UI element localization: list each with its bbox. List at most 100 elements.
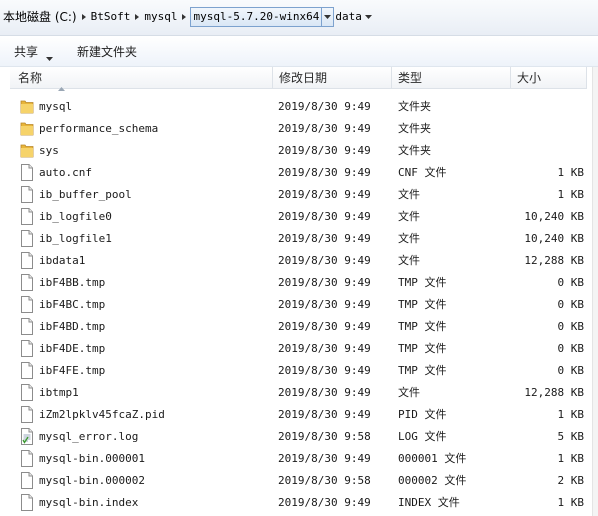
file-size: 2 KB (557, 474, 585, 487)
file-date: 2019/8/30 9:49 (278, 408, 371, 421)
file-type: 文件夹 (398, 100, 431, 113)
file-row[interactable]: mysql-bin.index 2019/8/30 9:49 INDEX 文件 1 K… (0, 492, 598, 514)
file-name: sys (39, 144, 59, 157)
column-header-name[interactable]: 名称 (10, 67, 273, 91)
file-name: mysql_error.log (39, 430, 139, 443)
column-header-name-label: 名称 (18, 71, 43, 85)
file-row[interactable]: performance_schema 2019/8/30 9:49 文件夹 (0, 118, 598, 140)
file-name: ibF4BB.tmp (39, 276, 106, 289)
file-name: ib_buffer_pool (39, 188, 132, 201)
address-bar[interactable]: 本地磁盘 (C:) BtSoft mysql mysql-5.7.20-winx… (0, 0, 598, 36)
file-date: 2019/8/30 9:49 (278, 210, 371, 223)
file-size: 1 KB (557, 166, 585, 179)
file-date: 2019/8/30 9:49 (278, 232, 371, 245)
file-type: 文件 (398, 254, 420, 267)
column-header-type[interactable]: 类型 (392, 67, 511, 89)
file-row[interactable]: ibtmp1 2019/8/30 9:49 文件 12,288 KB (0, 382, 598, 404)
file-row[interactable]: ib_buffer_pool 2019/8/30 9:49 文件 1 KB (0, 184, 598, 206)
file-icon (20, 186, 34, 203)
file-row[interactable]: mysql-bin.000002 2019/8/30 9:58 000002 文件 2… (0, 470, 598, 492)
breadcrumb-dropdown-chevron-icon[interactable] (322, 7, 335, 27)
file-row[interactable]: iZm2lpklv45fcaZ.pid 2019/8/30 9:49 PID 文件 1… (0, 404, 598, 426)
share-button[interactable]: 共享 (14, 37, 38, 67)
file-size: 1 KB (557, 188, 585, 201)
breadcrumb-separator-icon[interactable] (178, 6, 190, 28)
file-type: 000001 文件 (398, 452, 467, 465)
file-name: mysql-bin.index (39, 496, 139, 509)
file-size: 0 KB (557, 320, 585, 333)
file-icon (20, 406, 34, 423)
file-size: 1 KB (557, 496, 585, 509)
file-row[interactable]: sys 2019/8/30 9:49 文件夹 (0, 140, 598, 162)
file-row[interactable]: ibF4BD.tmp 2019/8/30 9:49 TMP 文件 0 KB (0, 316, 598, 338)
file-icon (20, 450, 34, 467)
breadcrumb-item-mysql-version[interactable]: mysql-5.7.20-winx64 (190, 7, 323, 27)
file-icon (20, 230, 34, 247)
file-size: 10,240 KB (524, 210, 584, 223)
file-icon (20, 318, 34, 335)
sort-ascending-icon (58, 76, 65, 98)
file-name: ibF4DE.tmp (39, 342, 106, 355)
file-icon (20, 274, 34, 291)
file-name: iZm2lpklv45fcaZ.pid (39, 408, 165, 421)
file-row[interactable]: mysql 2019/8/30 9:49 文件夹 (0, 96, 598, 118)
file-type: TMP 文件 (398, 276, 447, 289)
file-date: 2019/8/30 9:49 (278, 188, 371, 201)
file-icon (20, 164, 34, 181)
folder-icon (20, 120, 34, 137)
share-dropdown-icon[interactable] (46, 50, 53, 64)
file-size: 10,240 KB (524, 232, 584, 245)
file-type: 文件 (398, 210, 420, 223)
file-row[interactable]: ibF4DE.tmp 2019/8/30 9:49 TMP 文件 0 KB (0, 338, 598, 360)
file-name: mysql (39, 100, 73, 113)
file-name: ib_logfile0 (39, 210, 112, 223)
breadcrumb-item-data[interactable]: data (334, 6, 363, 28)
file-type: 000002 文件 (398, 474, 467, 487)
file-date: 2019/8/30 9:58 (278, 430, 371, 443)
file-name: ibF4BC.tmp (39, 298, 106, 311)
file-date: 2019/8/30 9:49 (278, 298, 371, 311)
file-row[interactable]: mysql-bin.000001 2019/8/30 9:49 000001 文件 1… (0, 448, 598, 470)
file-size: 12,288 KB (524, 254, 584, 267)
file-type: CNF 文件 (398, 166, 447, 179)
breadcrumb-item-mysql[interactable]: mysql (143, 6, 178, 28)
file-row[interactable]: ibdata1 2019/8/30 9:49 文件 12,288 KB (0, 250, 598, 272)
file-date: 2019/8/30 9:49 (278, 122, 371, 135)
file-name: performance_schema (39, 122, 159, 135)
breadcrumb-separator-icon[interactable] (78, 6, 90, 28)
breadcrumb-separator-icon[interactable] (363, 6, 375, 28)
breadcrumb-item-btsoft[interactable]: BtSoft (90, 6, 132, 28)
column-header-date[interactable]: 修改日期 (273, 67, 392, 89)
file-date: 2019/8/30 9:49 (278, 364, 371, 377)
file-row[interactable]: ib_logfile0 2019/8/30 9:49 文件 10,240 KB (0, 206, 598, 228)
file-date: 2019/8/30 9:49 (278, 100, 371, 113)
vertical-scrollbar[interactable] (592, 67, 598, 516)
file-row[interactable]: ibF4BC.tmp 2019/8/30 9:49 TMP 文件 0 KB (0, 294, 598, 316)
file-type: LOG 文件 (398, 430, 447, 443)
file-size: 12,288 KB (524, 386, 584, 399)
file-name: mysql-bin.000001 (39, 452, 145, 465)
file-icon (20, 472, 34, 489)
file-type: 文件 (398, 188, 420, 201)
file-size: 1 KB (557, 452, 585, 465)
file-icon (20, 384, 34, 401)
file-icon (20, 362, 34, 379)
file-type: INDEX 文件 (398, 496, 460, 509)
file-row[interactable]: ibF4FE.tmp 2019/8/30 9:49 TMP 文件 0 KB (0, 360, 598, 382)
file-type: TMP 文件 (398, 364, 447, 377)
file-size: 0 KB (557, 364, 585, 377)
file-icon (20, 252, 34, 269)
file-name: ibF4FE.tmp (39, 364, 106, 377)
breadcrumb-root[interactable]: 本地磁盘 (C:) (0, 6, 78, 28)
new-folder-button[interactable]: 新建文件夹 (77, 37, 137, 67)
column-header-size[interactable]: 大小 (511, 67, 587, 89)
file-row[interactable]: ibF4BB.tmp 2019/8/30 9:49 TMP 文件 0 KB (0, 272, 598, 294)
file-row[interactable]: ib_logfile1 2019/8/30 9:49 文件 10,240 KB (0, 228, 598, 250)
file-type: TMP 文件 (398, 298, 447, 311)
breadcrumb-separator-icon[interactable] (131, 6, 143, 28)
command-toolbar: 共享 新建文件夹 (0, 37, 598, 67)
file-size: 0 KB (557, 276, 585, 289)
file-icon (20, 296, 34, 313)
file-row[interactable]: auto.cnf 2019/8/30 9:49 CNF 文件 1 KB (0, 162, 598, 184)
file-row[interactable]: mysql_error.log 2019/8/30 9:58 LOG 文件 5 KB (0, 426, 598, 448)
